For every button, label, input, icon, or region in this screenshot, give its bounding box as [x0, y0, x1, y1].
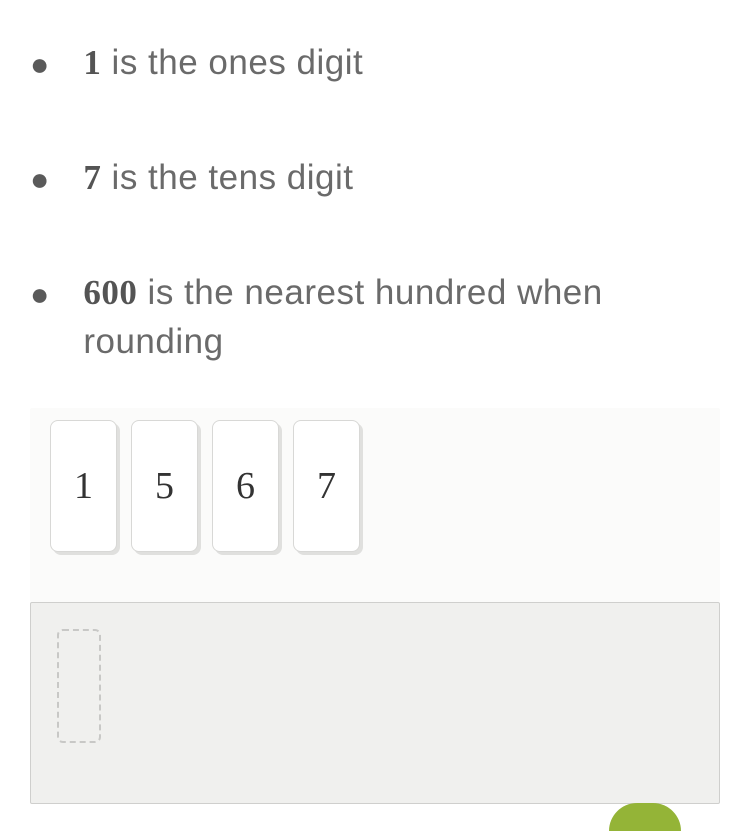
bullet-icon: ● [30, 157, 49, 202]
clue-desc: is the ones digit [101, 43, 363, 82]
bullet-icon: ● [30, 42, 49, 87]
clue-text: 7 is the tens digit [83, 153, 720, 202]
answer-drop-area[interactable] [30, 602, 720, 804]
tile-tray: 1 5 6 7 [30, 408, 720, 602]
clue-text: 1 is the ones digit [83, 38, 720, 87]
clue-list: ● 1 is the ones digit ● 7 is the tens di… [30, 38, 720, 366]
number-tile[interactable]: 1 [50, 420, 117, 552]
number-tile[interactable]: 6 [212, 420, 279, 552]
clue-item: ● 7 is the tens digit [30, 153, 720, 202]
clue-text: 600 is the nearest hundred when rounding [83, 268, 720, 366]
clue-number: 1 [83, 43, 101, 82]
clue-item: ● 600 is the nearest hundred when roundi… [30, 268, 720, 366]
number-tile[interactable]: 7 [293, 420, 360, 552]
drop-slot[interactable] [57, 629, 101, 743]
clue-item: ● 1 is the ones digit [30, 38, 720, 87]
number-tile[interactable]: 5 [131, 420, 198, 552]
bullet-icon: ● [30, 272, 49, 317]
clue-desc: is the tens digit [101, 158, 353, 197]
submit-button[interactable] [609, 803, 681, 831]
clue-number: 600 [83, 273, 137, 312]
clue-desc: is the nearest hundred when rounding [83, 273, 602, 361]
tiles-row: 1 5 6 7 [50, 420, 700, 552]
clue-number: 7 [83, 158, 101, 197]
